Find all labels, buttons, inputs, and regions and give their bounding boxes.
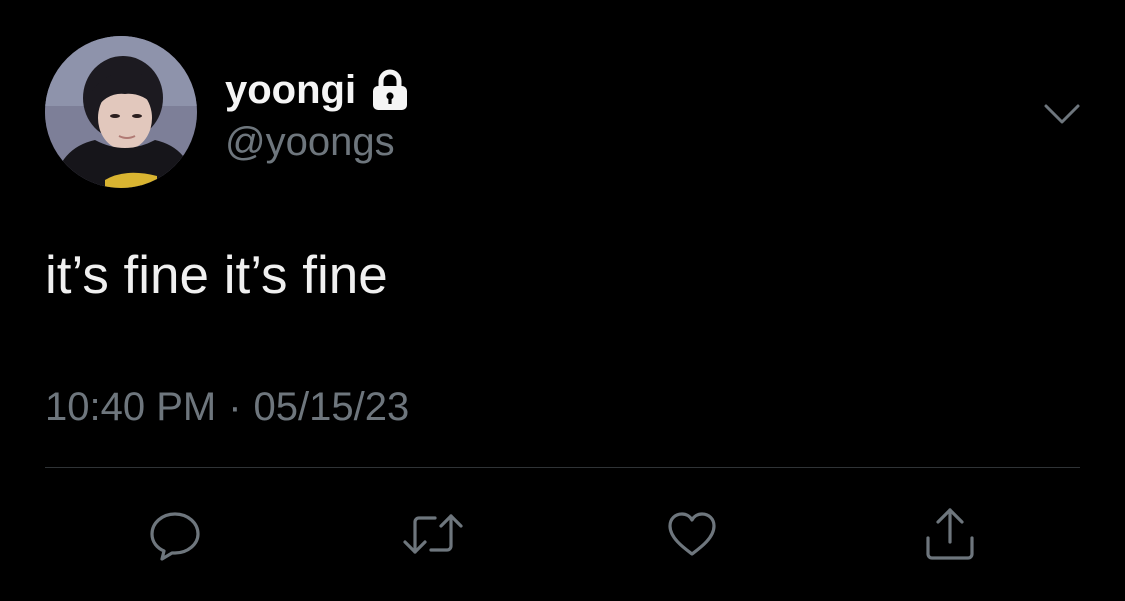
tweet-card: yoongi @yoongs it’s fine it’s fine 10:40… (0, 0, 1125, 601)
reply-icon (147, 506, 203, 562)
action-bar (0, 502, 1125, 566)
tweet-timestamp[interactable]: 10:40 PM · 05/15/23 (45, 385, 409, 430)
chevron-down-icon[interactable] (1042, 98, 1082, 130)
user-handle[interactable]: @yoongs (225, 120, 395, 165)
divider (45, 467, 1080, 468)
like-button[interactable] (660, 502, 724, 566)
avatar-photo (45, 36, 197, 188)
reply-button[interactable] (143, 502, 207, 566)
tweet-date: 05/15/23 (253, 385, 410, 429)
retweet-button[interactable] (401, 502, 465, 566)
like-icon (664, 506, 720, 562)
lock-icon (370, 69, 410, 111)
tweet-text: it’s fine it’s fine (45, 246, 388, 305)
display-name-row: yoongi (225, 66, 410, 114)
avatar[interactable] (45, 36, 197, 188)
display-name[interactable]: yoongi (225, 68, 356, 113)
share-button[interactable] (918, 502, 982, 566)
tweet-time: 10:40 PM (45, 385, 217, 429)
share-icon (922, 504, 978, 564)
retweet-icon (401, 506, 465, 562)
meta-separator: · (228, 385, 242, 429)
